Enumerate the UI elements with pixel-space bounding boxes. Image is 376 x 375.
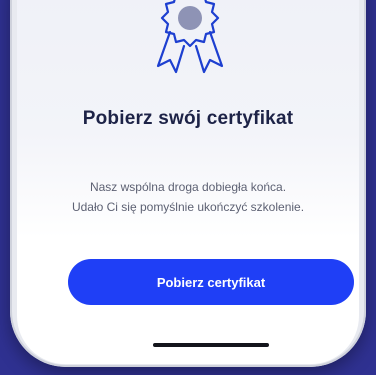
certificate-screen: Pobierz swój certyfikat Nasz wspólna dro…	[17, 0, 359, 364]
screen-description: Nasz wspólna droga dobiegła końca. Udało…	[17, 177, 359, 217]
screen-title: Pobierz swój certyfikat	[82, 108, 294, 129]
description-line-1: Nasz wspólna droga dobiegła końca.	[89, 180, 287, 194]
app-stage: Pobierz swój certyfikat Nasz wspólna dro…	[0, 0, 376, 375]
download-certificate-button[interactable]: Pobierz certyfikat	[68, 259, 354, 305]
home-indicator[interactable]	[153, 343, 269, 347]
award-ribbon-icon	[156, 0, 224, 74]
description-line-2: Udało Ci się pomyślnie ukończyć szkoleni…	[71, 200, 305, 214]
